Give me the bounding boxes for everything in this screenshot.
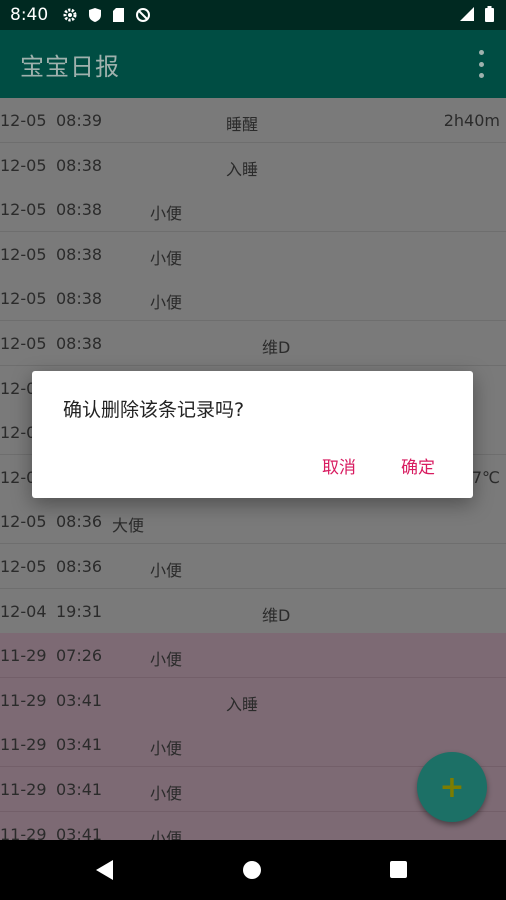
record-event: 小便	[150, 739, 183, 758]
record-event: 小便	[150, 561, 183, 580]
record-event: 小便	[150, 650, 183, 669]
record-date: 12-05	[0, 245, 47, 264]
record-time: 19:31	[56, 602, 103, 621]
record-event: 小便	[150, 249, 183, 268]
record-date: 12-0	[0, 423, 37, 442]
record-date: 11-29	[0, 691, 47, 710]
record-row[interactable]: 12-05 08:39 睡醒 2h40m	[0, 98, 506, 143]
sd-card-icon	[112, 7, 125, 23]
record-time: 07:26	[56, 646, 103, 665]
record-row[interactable]: 12-05 08:38 小便	[0, 232, 506, 277]
cancel-button[interactable]: 取消	[322, 453, 356, 478]
record-event: 小便	[150, 829, 183, 840]
delete-confirm-dialog: 确认删除该条记录吗? 取消 确定	[32, 371, 473, 498]
add-record-button[interactable]: +	[417, 752, 487, 822]
record-row[interactable]: 12-05 08:38 入睡	[0, 143, 506, 188]
record-event: 维D	[262, 606, 291, 625]
record-row[interactable]: 12-05 08:36 大便	[0, 499, 506, 544]
recents-icon[interactable]	[390, 861, 407, 878]
record-extra: 2h40m	[443, 111, 500, 130]
record-event: 小便	[150, 204, 183, 223]
home-icon[interactable]	[243, 861, 261, 879]
navigation-bar	[0, 840, 506, 900]
dialog-message: 确认删除该条记录吗?	[63, 399, 245, 421]
shield-icon	[88, 7, 102, 23]
record-time: 08:38	[56, 200, 103, 219]
record-date: 12-05	[0, 111, 47, 130]
record-extra: 7℃	[471, 468, 500, 487]
record-date: 11-29	[0, 646, 47, 665]
record-row[interactable]: 11-29 03:41 小便	[0, 812, 506, 840]
record-event: 小便	[150, 293, 183, 312]
record-row[interactable]: 12-04 19:31 维D	[0, 589, 506, 634]
back-icon[interactable]	[96, 860, 114, 884]
record-date: 12-0	[0, 379, 37, 398]
record-row[interactable]: 12-05 08:38 维D	[0, 321, 506, 366]
record-time: 08:38	[56, 289, 103, 308]
signal-icon	[459, 6, 475, 27]
record-time: 08:38	[56, 334, 103, 353]
record-date: 12-04	[0, 602, 47, 621]
record-time: 08:38	[56, 156, 103, 175]
record-row[interactable]: 12-05 08:38 小便	[0, 187, 506, 232]
record-event: 入睡	[226, 160, 259, 179]
status-bar: 8:40	[0, 0, 506, 30]
data-saver-icon	[135, 7, 151, 23]
record-row[interactable]: 11-29 07:26 小便	[0, 633, 506, 678]
app-title: 宝宝日报	[20, 52, 120, 81]
record-date: 12-05	[0, 334, 47, 353]
record-time: 03:41	[56, 691, 103, 710]
record-time: 08:36	[56, 512, 103, 531]
record-row[interactable]: 11-29 03:41 入睡	[0, 678, 506, 723]
record-event: 入睡	[226, 695, 259, 714]
record-date: 12-05	[0, 512, 47, 531]
record-date: 11-29	[0, 825, 47, 840]
record-time: 03:41	[56, 735, 103, 754]
record-time: 03:41	[56, 825, 103, 840]
record-date: 12-05	[0, 289, 47, 308]
more-options-icon[interactable]	[474, 50, 488, 78]
settings-icon	[62, 7, 78, 23]
record-time: 08:36	[56, 557, 103, 576]
record-time: 08:38	[56, 245, 103, 264]
battery-icon	[485, 6, 494, 27]
record-time: 08:39	[56, 111, 103, 130]
record-time: 03:41	[56, 780, 103, 799]
record-row[interactable]: 12-05 08:38 小便	[0, 276, 506, 321]
record-row[interactable]: 12-05 08:36 小便	[0, 544, 506, 589]
record-date: 12-05	[0, 156, 47, 175]
record-date: 12-05	[0, 557, 47, 576]
record-date: 11-29	[0, 735, 47, 754]
record-date: 12-05	[0, 200, 47, 219]
status-time: 8:40	[10, 5, 49, 25]
record-event: 维D	[262, 338, 291, 357]
record-date: 11-29	[0, 780, 47, 799]
record-event: 小便	[150, 784, 183, 803]
app-bar: 宝宝日报	[0, 30, 506, 98]
record-event: 大便	[112, 516, 145, 535]
record-event: 睡醒	[226, 115, 259, 134]
record-date: 12-0	[0, 468, 37, 487]
confirm-button[interactable]: 确定	[401, 453, 435, 478]
